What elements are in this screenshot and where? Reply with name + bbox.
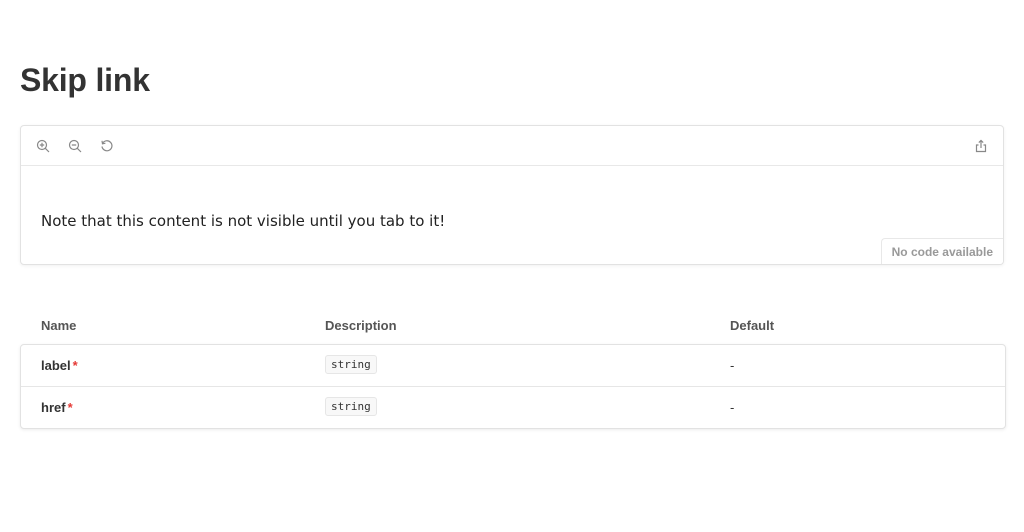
zoom-in-icon xyxy=(36,139,50,152)
props-table-body: label * string - href * string - xyxy=(20,344,1006,429)
share-icon xyxy=(975,139,987,152)
zoom-out-button[interactable] xyxy=(65,136,85,156)
preview-panel: Note that this content is not visible un… xyxy=(20,125,1004,265)
props-table-header: Name Description Default xyxy=(20,310,1006,338)
column-header-default: Default xyxy=(730,318,775,333)
prop-name: href * xyxy=(41,400,73,415)
share-button[interactable] xyxy=(971,136,991,156)
preview-content-text: Note that this content is not visible un… xyxy=(41,212,446,230)
prop-name: label * xyxy=(41,358,78,373)
prop-type: string xyxy=(325,397,377,416)
page-title: Skip link xyxy=(20,62,150,98)
reset-zoom-button[interactable] xyxy=(97,136,117,156)
column-header-description: Description xyxy=(325,318,397,333)
required-mark: * xyxy=(72,358,78,373)
required-mark: * xyxy=(67,400,73,415)
zoom-in-button[interactable] xyxy=(33,136,53,156)
no-code-label: No code available xyxy=(880,238,1003,264)
table-row: label * string - xyxy=(21,345,1005,387)
prop-default: - xyxy=(730,358,735,373)
zoom-out-icon xyxy=(68,139,82,152)
table-row: href * string - xyxy=(21,387,1005,429)
page: Skip link Note that this content is not … xyxy=(0,0,1024,532)
prop-type: string xyxy=(325,355,377,374)
prop-default: - xyxy=(730,400,735,415)
reset-zoom-icon xyxy=(101,139,113,151)
column-header-name: Name xyxy=(41,318,77,333)
preview-toolbar xyxy=(21,126,1003,166)
